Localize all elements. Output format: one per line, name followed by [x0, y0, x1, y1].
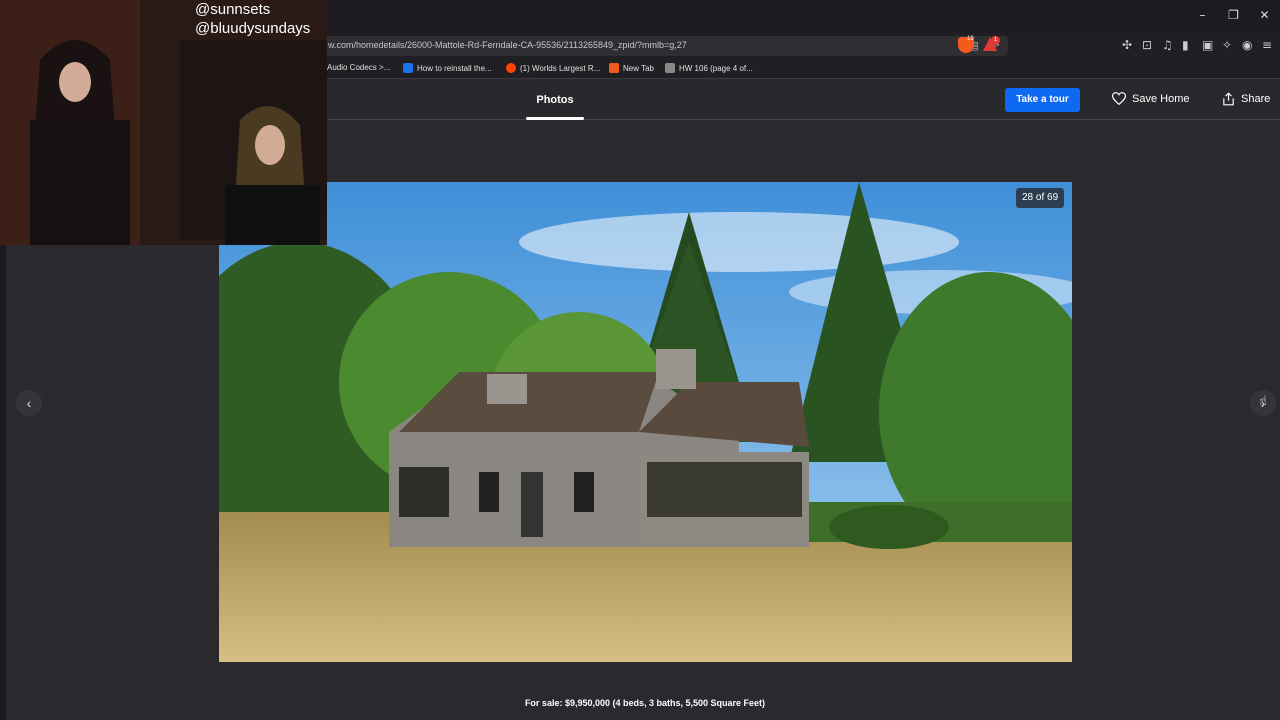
extensions-icon[interactable]: ✣: [1122, 38, 1134, 52]
bookmark-item[interactable]: New Tab: [609, 63, 654, 73]
share-button[interactable]: Share: [1222, 92, 1270, 106]
menu-icon[interactable]: ≡: [1262, 38, 1274, 52]
share-label: Share: [1241, 93, 1271, 105]
shield-count: 19: [967, 36, 974, 42]
save-home-button[interactable]: Save Home: [1112, 92, 1189, 105]
wallet-icon[interactable]: ▣: [1202, 38, 1214, 52]
streamer-handle-2: @bluudysundays: [195, 20, 311, 37]
bookmark-item[interactable]: How to reinstall the...: [403, 63, 492, 73]
bookmark-label: HW 106 (page 4 of...: [679, 63, 753, 73]
bookmark-item[interactable]: Audio Codecs >...: [327, 63, 390, 72]
restore-button[interactable]: ❐: [1218, 8, 1249, 22]
listing-caption: For sale: $9,950,000 (4 beds, 3 baths, 5…: [524, 698, 766, 708]
sidebar-icon[interactable]: ▮: [1182, 38, 1194, 52]
browser-toolbar-right: ✣ ⊡ ♫ ▮ ▣ ✧ ◉ ≡: [1122, 38, 1274, 52]
window-controls: – ❐ ✕: [1187, 8, 1280, 22]
document-icon: [665, 63, 675, 73]
bookmark-label: Audio Codecs >...: [327, 63, 391, 72]
leo-ai-icon[interactable]: ✧: [1222, 38, 1234, 52]
close-window-button[interactable]: ✕: [1249, 8, 1280, 22]
house-photo-image: [219, 182, 1072, 662]
bookmark-label: (1) Worlds Largest R...: [520, 63, 601, 73]
reddit-icon: [506, 63, 516, 73]
webcam-overlay: @sunnsets @bluudysundays: [0, 0, 327, 245]
listing-photo[interactable]: [219, 182, 1072, 662]
heart-icon: [1112, 92, 1126, 105]
save-home-label: Save Home: [1132, 92, 1190, 105]
left-edge-strip: [0, 245, 6, 720]
page: – ❐ ✕ w.com/homedetails/26000-Mattole-Rd…: [0, 0, 1280, 720]
hand-cursor-icon: ☝: [1259, 394, 1267, 409]
brave-icon: [609, 63, 619, 73]
streamer-handle-1: @sunnsets: [195, 1, 271, 18]
previous-photo-button[interactable]: ‹: [16, 390, 42, 416]
rewards-badge: 1: [991, 36, 1000, 45]
bookmark-label: How to reinstall the...: [417, 63, 492, 73]
chevron-left-icon: ‹: [26, 395, 32, 411]
trello-icon: [403, 63, 413, 73]
tab-photos[interactable]: Photos: [526, 80, 584, 120]
bookmark-item[interactable]: (1) Worlds Largest R...: [506, 63, 600, 73]
address-bar[interactable]: w.com/homedetails/26000-Mattole-Rd-Fernd…: [318, 36, 1008, 56]
screenshot-icon[interactable]: ⊡: [1142, 38, 1154, 52]
share-icon: [1223, 92, 1234, 106]
take-a-tour-button[interactable]: Take a tour: [1005, 88, 1080, 112]
bookmark-item[interactable]: HW 106 (page 4 of...: [665, 63, 753, 73]
bookmark-label: New Tab: [623, 63, 654, 73]
media-icon[interactable]: ♫: [1162, 38, 1174, 52]
minimize-button[interactable]: –: [1187, 8, 1218, 22]
photo-counter: 28 of 69: [1016, 188, 1065, 208]
vpn-icon[interactable]: ◉: [1242, 38, 1254, 52]
active-tab-indicator: [526, 117, 584, 120]
url-text[interactable]: w.com/homedetails/26000-Mattole-Rd-Fernd…: [328, 40, 687, 50]
